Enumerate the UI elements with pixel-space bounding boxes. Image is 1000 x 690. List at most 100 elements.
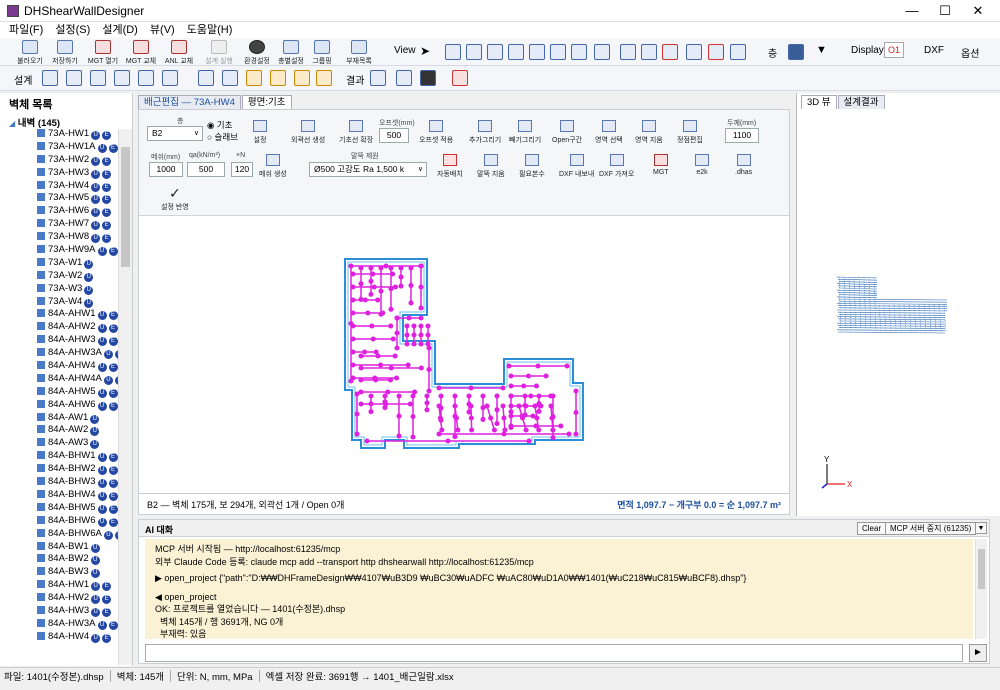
mcp-stop-button[interactable]: MCP 서버 중지 (61235) (885, 522, 977, 535)
design-tool-6-icon[interactable] (162, 70, 178, 86)
member-list-button[interactable]: 부재목록 (340, 40, 378, 66)
grouping-button[interactable]: 그룹핑 (306, 40, 338, 66)
radio-foundation[interactable]: ◉ 기초 (207, 119, 232, 131)
ai-input[interactable] (145, 644, 963, 662)
menu-settings[interactable]: 설정(S) (55, 24, 90, 36)
run-design-button[interactable]: 설계 실행 (202, 40, 236, 66)
n-input[interactable]: 120 (231, 162, 253, 177)
mesh-input[interactable]: 1000 (149, 162, 183, 177)
ai-dropdown-icon[interactable]: ▼ (975, 522, 987, 534)
member-icon[interactable] (686, 44, 702, 60)
maximize-button[interactable]: ☐ (930, 2, 960, 20)
menu-help[interactable]: 도움말(H) (187, 24, 233, 36)
pointer-icon[interactable]: ➤ (420, 44, 430, 58)
dropdown-icon[interactable]: ▼ (816, 44, 827, 56)
line-tool-icon[interactable] (452, 70, 468, 86)
required-count-button[interactable]: 필요본수 (519, 154, 545, 179)
ai-log-scrollbar[interactable] (975, 539, 987, 639)
doc-icon-4[interactable] (316, 70, 332, 86)
tree-root[interactable]: ◢ 내벽 (145) (9, 115, 60, 129)
design-tool-1-icon[interactable] (42, 70, 58, 86)
offset-input[interactable]: 500 (379, 128, 409, 143)
load-icon[interactable] (708, 44, 724, 60)
mesh-gen-button[interactable]: 메쉬 생성 (259, 154, 287, 179)
send-button[interactable]: ► (969, 644, 987, 662)
design-tool-5-icon[interactable] (138, 70, 154, 86)
view-top-icon[interactable] (487, 44, 503, 60)
dhas-export-button[interactable]: .dhas (735, 154, 752, 176)
plan-canvas[interactable] (139, 216, 789, 492)
film-icon[interactable] (420, 70, 436, 86)
dxf-import-button[interactable]: DXF 가져오 (599, 154, 634, 179)
doc-icon-3[interactable] (294, 70, 310, 86)
delete-region-button[interactable]: 영역 지움 (635, 120, 663, 145)
select-window-icon[interactable] (620, 44, 636, 60)
radio-slab[interactable]: ○ 슬래브 (207, 131, 238, 143)
scroll-thumb[interactable] (978, 549, 985, 589)
tab-rebar-edit[interactable]: 배근편집 — 73A-HW4 (138, 95, 241, 109)
save-button[interactable]: 저장하기 (48, 40, 82, 66)
view-front-icon[interactable] (508, 44, 524, 60)
options-menu[interactable]: 옵션 (961, 45, 979, 60)
menu-file[interactable]: 파일(F) (9, 24, 43, 36)
zoom-fit-icon[interactable] (466, 44, 482, 60)
menu-design[interactable]: 설계(D) (102, 24, 138, 36)
tree-scrollbar[interactable] (118, 129, 132, 665)
arc-icon[interactable] (370, 70, 386, 86)
copy-icon[interactable] (730, 44, 746, 60)
dxf-menu[interactable]: DXF (924, 45, 944, 56)
floor-settings-button[interactable]: 충별설정 (274, 40, 308, 66)
design-tool-2-icon[interactable] (66, 70, 82, 86)
design-tool-4-icon[interactable] (114, 70, 130, 86)
clear-button[interactable]: Clear (857, 522, 887, 535)
select-region-button[interactable]: 영역 선택 (595, 120, 623, 145)
minimize-button[interactable]: — (897, 2, 927, 20)
open-button[interactable]: 불러오기 (12, 40, 48, 66)
auto-place-button[interactable]: 자동배치 (437, 154, 463, 179)
grid-icon[interactable] (222, 70, 238, 86)
remove-icon[interactable] (662, 44, 678, 60)
node-icon[interactable] (641, 44, 657, 60)
display-select[interactable]: O1 (884, 42, 904, 58)
plane-icon[interactable] (396, 70, 412, 86)
offset-apply-button[interactable]: 오프셋 적용 (419, 120, 453, 145)
outline-gen-button[interactable]: 외곽선 생성 (291, 120, 325, 145)
close-button[interactable]: ✕ (963, 2, 993, 20)
tab-3d-view[interactable]: 3D 뷰 (801, 95, 837, 109)
zoom-icon[interactable] (445, 44, 461, 60)
view-bottom-icon[interactable] (571, 44, 587, 60)
settings-button[interactable]: 설정 (253, 120, 267, 145)
tab-plan-foundation[interactable]: 평면:기초 (241, 95, 292, 109)
open-section-button[interactable]: Open구간 (552, 120, 582, 145)
pile-spec-select[interactable]: Ø500 고강도 Ra 1,500 k ∨ (309, 162, 427, 177)
mgt-replace-button[interactable]: MGT 교체 (124, 40, 158, 66)
mgt-open-button[interactable]: MGT 열기 (86, 40, 120, 66)
baseline-extend-button[interactable]: 기초선 확장 (339, 120, 373, 145)
3d-view-canvas[interactable]: Y X (797, 109, 1000, 515)
dxf-export-button[interactable]: DXF 내보내 (559, 154, 594, 179)
thickness-input[interactable]: 1100 (725, 128, 759, 143)
pile-delete-button[interactable]: 말뚝 지움 (477, 154, 505, 179)
design-tool-3-icon[interactable] (90, 70, 106, 86)
env-settings-button[interactable]: 환경설정 (240, 40, 274, 66)
doc-icon-1[interactable] (246, 70, 262, 86)
apply-settings-button[interactable]: ✓ 설정 반영 (161, 186, 189, 212)
add-draw-button[interactable]: 추가그리기 (469, 120, 501, 145)
menu-view[interactable]: 뷰(V) (150, 24, 175, 36)
vertex-edit-button[interactable]: 정점편집 (677, 120, 703, 145)
tab-design-result[interactable]: 설계결과 (837, 95, 885, 109)
view-right-icon[interactable] (550, 44, 566, 60)
anl-replace-button[interactable]: ANL 교체 (162, 40, 196, 66)
layer-icon[interactable] (788, 44, 804, 60)
doc-icon-2[interactable] (270, 70, 286, 86)
mgt-export-button[interactable]: MGT (653, 154, 669, 176)
floor-select[interactable]: B2 ∨ (147, 126, 203, 141)
view-left-icon[interactable] (529, 44, 545, 60)
e2k-export-button[interactable]: e2k (695, 154, 709, 176)
plan-drawing[interactable] (139, 216, 789, 492)
qa-input[interactable]: 500 (187, 162, 225, 177)
search-icon[interactable] (198, 70, 214, 86)
scroll-thumb[interactable] (121, 147, 130, 267)
view-iso-icon[interactable] (594, 44, 610, 60)
sub-draw-button[interactable]: 빼기그리기 (509, 120, 541, 145)
